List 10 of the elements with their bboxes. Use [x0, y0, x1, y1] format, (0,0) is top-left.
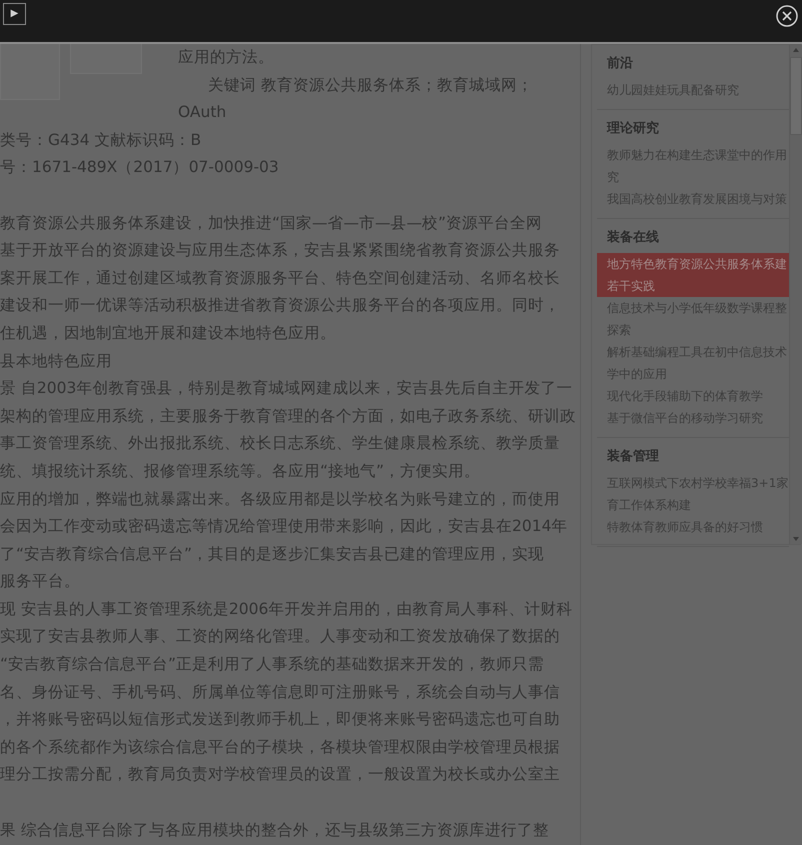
- scrollbar[interactable]: [789, 45, 802, 544]
- article-link[interactable]: 地方特色教育资源公共服务体系建 若干实践: [597, 253, 789, 297]
- section-heading: 装备在线: [606, 229, 660, 247]
- section-heading: 前沿: [606, 55, 634, 73]
- section-heading: 理论研究: [606, 120, 660, 138]
- section-heading: 装备管理: [606, 448, 660, 466]
- play-button[interactable]: ▶: [3, 3, 26, 25]
- figure-thumbnail: [70, 42, 142, 74]
- figure-thumbnail: [0, 42, 60, 100]
- close-icon[interactable]: [776, 5, 798, 27]
